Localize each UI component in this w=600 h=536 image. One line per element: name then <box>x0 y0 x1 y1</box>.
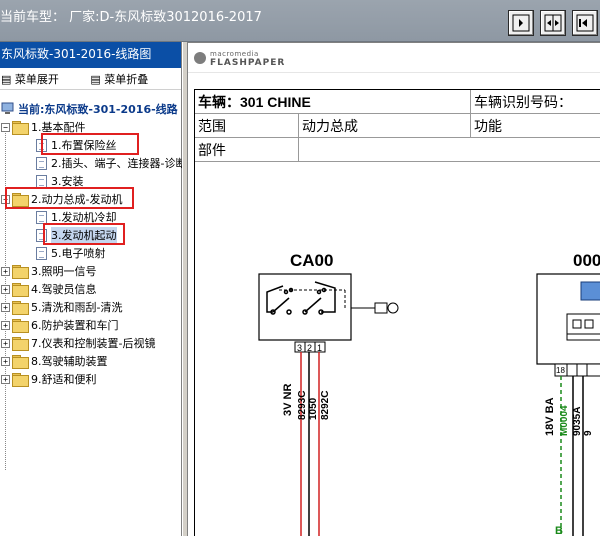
single-view-button[interactable] <box>572 10 598 36</box>
tree-item-label: 4.驾驶员信息 <box>31 283 97 296</box>
component-ca00-label: CA00 <box>290 251 333 270</box>
wire-label: 1050 <box>308 397 319 420</box>
tree-item-label: 8.驾驶辅助装置 <box>31 355 108 368</box>
split-view-button[interactable] <box>540 10 566 36</box>
document-viewer: macromedia FLASHPAPER 车辆：301 CHINE 车辆识别号… <box>188 42 600 536</box>
document-icon <box>36 210 47 224</box>
current-model-text: 当前车型： 厂家:D-东风标致3012016-2017 <box>0 10 262 25</box>
single-view-icon <box>576 14 594 32</box>
tree-item-label: 2.插头、端子、连接器-诊断 <box>51 157 187 170</box>
tree-item-label: 3.照明一信号 <box>31 265 97 278</box>
wire-label: 9 <box>583 430 594 436</box>
function-label: 功能 <box>471 114 600 138</box>
tree-item-label: 9.舒适和便利 <box>31 373 97 386</box>
flashpaper-toolbar: macromedia FLASHPAPER <box>188 43 600 73</box>
tree-item-connectors[interactable]: 2.插头、端子、连接器-诊断 <box>36 154 186 172</box>
macromedia-logo-icon <box>194 52 206 64</box>
expand-icon[interactable]: + <box>1 338 10 348</box>
expand-icon[interactable]: + <box>1 320 10 330</box>
expand-icon[interactable]: + <box>1 266 10 276</box>
expand-icon[interactable]: + <box>1 284 10 294</box>
expand-all-label: 菜单展开 <box>14 73 59 86</box>
tree-root[interactable]: 当前:东风标致-301-2016-线路 <box>1 100 178 118</box>
vin-label: 车辆识别号码： <box>471 90 600 114</box>
collapse-all-button[interactable]: ▤ 菜单折叠 <box>90 73 162 86</box>
pin-label: 1 <box>317 343 322 353</box>
folder-icon <box>12 319 29 333</box>
document-page: 车辆：301 CHINE 车辆识别号码： 范围 动力总成 功能 部件 CA00 <box>194 89 600 536</box>
folder-icon <box>12 265 29 279</box>
document-icon <box>36 174 47 188</box>
tree-item-label: 7.仪表和控制装置-后视镜 <box>31 337 156 350</box>
folder-open-icon <box>12 121 29 135</box>
highlight-box <box>5 187 134 209</box>
connector-pins: 3 2 1 <box>294 341 326 353</box>
folder-icon <box>12 337 29 351</box>
highlight-box <box>43 223 125 245</box>
ignition-switch-box <box>258 273 352 341</box>
panel-toggle-icon <box>512 14 530 32</box>
tree-item-driver-info[interactable]: + 4.驾驶员信息 <box>1 280 97 298</box>
toggle-panel-button[interactable] <box>508 10 534 36</box>
tree-item-lighting[interactable]: + 3.照明一信号 <box>1 262 97 280</box>
brand-top: macromedia <box>210 50 259 58</box>
tree-item-label: 5.电子喷射 <box>51 247 106 260</box>
parts-label: 部件 <box>195 138 299 162</box>
tree-item-label: 6.防护装置和车门 <box>31 319 119 332</box>
bottom-label: B <box>555 525 563 536</box>
wiring-diagram: CA00 3 2 1 3V NR 8293C 1050 8292C 000 18… <box>258 251 600 536</box>
parts-value <box>299 138 600 162</box>
wire-label: 8293C <box>297 391 308 420</box>
expand-all-button[interactable]: ▤ 菜单展开 <box>1 73 73 86</box>
ecu-connector: 18 <box>554 363 600 377</box>
wire-label: 18V BA <box>544 397 556 436</box>
folder-icon <box>12 301 29 315</box>
document-icon <box>36 156 47 170</box>
expand-icon[interactable]: + <box>1 302 10 312</box>
scope-value: 动力总成 <box>299 114 471 138</box>
tree-item-driver-assist[interactable]: + 8.驾驶辅助装置 <box>1 352 108 370</box>
scope-label: 范围 <box>195 114 299 138</box>
pin-label: 2 <box>307 343 312 353</box>
folder-icon <box>12 283 29 297</box>
brand-main: FLASHPAPER <box>210 58 286 68</box>
title-bar: 当前车型： 厂家:D-东风标致3012016-2017 <box>0 0 600 42</box>
component-second-label: 000 <box>573 251 600 270</box>
vehicle-label: 车辆：301 CHINE <box>195 90 471 114</box>
pin-label: 18 <box>556 366 565 375</box>
app-window: 当前车型： 厂家:D-东风标致3012016-2017 东风标致-301-201… <box>0 0 600 536</box>
split-view-icon <box>544 14 562 32</box>
collapse-all-label: 菜单折叠 <box>104 73 149 86</box>
tree-panel-header: 东风标致-301-2016-线路图 <box>0 42 181 68</box>
folder-icon <box>12 355 29 369</box>
wire-label: M0004 <box>559 405 570 436</box>
key-icon <box>351 302 399 314</box>
document-icon <box>36 246 47 260</box>
expand-icon[interactable]: + <box>1 356 10 366</box>
collapse-icon[interactable]: − <box>1 122 10 132</box>
tree-root-label: 当前:东风标致-301-2016-线路 <box>18 103 178 116</box>
wires-ca00 <box>300 352 320 536</box>
wire-label: 8292C <box>320 391 331 420</box>
wire-label: 9035A <box>572 407 583 436</box>
tree-item-comfort[interactable]: + 9.舒适和便利 <box>1 370 97 388</box>
tree-item-doors[interactable]: + 6.防护装置和车门 <box>1 316 119 334</box>
tree-item-instruments[interactable]: + 7.仪表和控制装置-后视镜 <box>1 334 155 352</box>
expand-icon[interactable]: + <box>1 374 10 384</box>
tree-view: 当前:东风标致-301-2016-线路 − 1.基本配件 1.布置保险丝 2.插… <box>0 90 186 536</box>
tree-toolbar: ▤ 菜单展开 ▤ 菜单折叠 <box>0 68 181 90</box>
wire-label: 3V NR <box>282 384 294 416</box>
tree-item-wash-wipe[interactable]: + 5.清洗和雨刮-清洗 <box>1 298 122 316</box>
tree-panel: 东风标致-301-2016-线路图 ▤ 菜单展开 ▤ 菜单折叠 当前:东风标致-… <box>0 42 186 536</box>
tree-item-injection[interactable]: 5.电子喷射 <box>36 244 106 262</box>
tree-item-label: 5.清洗和雨刮-清洗 <box>31 301 123 314</box>
pin-label: 3 <box>297 343 302 353</box>
highlight-box <box>41 133 139 155</box>
folder-icon <box>12 373 29 387</box>
computer-icon <box>1 102 14 114</box>
